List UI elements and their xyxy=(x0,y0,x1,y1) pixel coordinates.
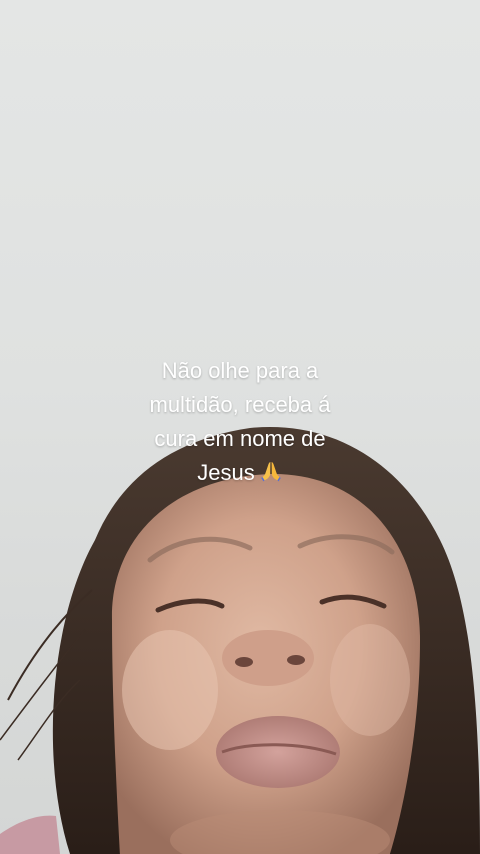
caption-line-4-text: Jesus xyxy=(197,460,255,485)
caption-overlay: Não olhe para a multidão, receba á cura … xyxy=(100,354,380,490)
caption-line-3: cura em nome de xyxy=(154,426,326,451)
shirt xyxy=(0,815,60,854)
caption-line-4: Jesus xyxy=(100,456,380,490)
folded-hands-icon xyxy=(260,462,281,482)
caption-line-1: Não olhe para a xyxy=(161,358,319,383)
caption-line-2: multidão, receba á xyxy=(149,392,331,417)
video-player[interactable]: Não olhe para a multidão, receba á cura … xyxy=(0,0,480,854)
face xyxy=(111,473,420,854)
